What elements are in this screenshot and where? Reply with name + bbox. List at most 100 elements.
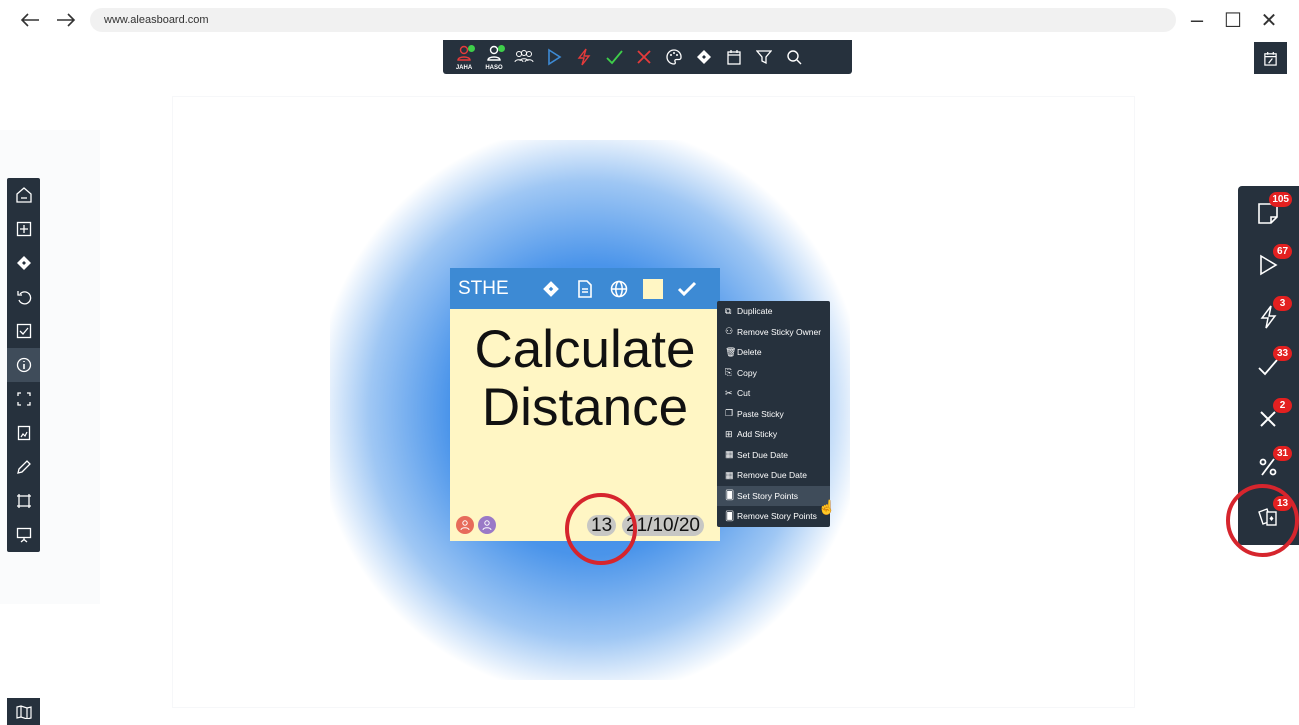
home-button[interactable] [7, 178, 40, 212]
palette-icon [666, 49, 682, 65]
filter-in-progress-button[interactable] [539, 40, 569, 74]
menu-item-cut[interactable]: ✂ Cut [717, 383, 830, 404]
map-icon [15, 704, 32, 719]
annotation-circle-story-points-panel [1226, 484, 1299, 557]
minimap-button[interactable] [7, 698, 40, 725]
online-status-dot [468, 45, 475, 52]
count-badge: 3 [1273, 296, 1292, 311]
check-icon [606, 50, 623, 65]
fullscreen-button[interactable] [7, 382, 40, 416]
online-status-dot [498, 45, 505, 52]
sticky-done-button[interactable] [670, 281, 704, 297]
sticky-owner[interactable]: STHE [458, 278, 534, 300]
sticky-title[interactable]: Calculate Distance [450, 321, 720, 437]
color-button[interactable] [659, 40, 689, 74]
presentation-button[interactable] [7, 518, 40, 552]
frame-icon [16, 494, 31, 508]
sticky-color-button[interactable] [636, 278, 670, 299]
menu-item-remove-story-points[interactable]: 🂠 Remove Story Points [717, 506, 830, 527]
menu-item-copy[interactable]: ⎘ Copy [717, 363, 830, 384]
arrow-right-icon [57, 13, 76, 27]
document-icon [578, 279, 592, 298]
due-date-panel-button[interactable] [1254, 42, 1287, 74]
count-badge: 2 [1273, 398, 1292, 413]
check-icon [677, 281, 697, 296]
team-button[interactable] [509, 40, 539, 74]
arrow-left-icon [20, 13, 39, 27]
calendar-icon [727, 50, 741, 65]
menu-item-set-due-date[interactable]: ▦ Set Due Date [717, 445, 830, 466]
address-bar[interactable]: www.aleasboard.com [90, 8, 1176, 32]
draw-button[interactable] [7, 450, 40, 484]
menu-item-duplicate[interactable]: ⧉ Duplicate [717, 301, 830, 322]
diamond-icon [16, 256, 31, 270]
home-icon [15, 187, 32, 203]
count-badge: 33 [1273, 346, 1292, 361]
menu-item-label: Remove Story Points [737, 511, 817, 522]
menu-item-remove-due-date[interactable]: ▦ Remove Due Date [717, 465, 830, 486]
blocked-count-button[interactable]: 3 [1248, 294, 1292, 340]
x-icon [1260, 411, 1276, 427]
sticky-globe-button[interactable] [602, 280, 636, 298]
count-badge: 31 [1273, 446, 1292, 461]
user-icon [482, 520, 492, 531]
in-progress-count-button[interactable]: 67 [1248, 242, 1292, 288]
calendar-icon: ▦ [725, 449, 734, 460]
filter-button[interactable] [749, 40, 779, 74]
menu-item-label: Cut [737, 388, 751, 399]
menu-item-paste-sticky[interactable]: ❐ Paste Sticky [717, 404, 830, 425]
color-swatch [643, 278, 663, 299]
checklist-button[interactable] [7, 314, 40, 348]
menu-item-label: Set Story Points [737, 490, 798, 501]
sticky-title-line: Calculate [474, 320, 696, 379]
sticky-count-button[interactable]: 105 [1248, 190, 1292, 236]
info-icon [16, 357, 31, 373]
filter-done-button[interactable] [599, 40, 629, 74]
menu-item-set-story-points[interactable]: 🂠 Set Story Points [717, 485, 830, 506]
bolt-icon [577, 48, 591, 66]
menu-item-delete[interactable]: 🗑 Delete [717, 342, 830, 363]
back-button[interactable] [16, 6, 44, 34]
sticky-document-button[interactable] [568, 279, 602, 298]
owner-avatar[interactable] [478, 516, 496, 534]
search-icon [787, 50, 802, 65]
percent-icon [1259, 458, 1277, 476]
rejected-count-button[interactable]: 2 [1248, 396, 1292, 442]
minimize-button[interactable]: – [1182, 6, 1212, 34]
report-icon [17, 425, 30, 441]
filter-blocked-button[interactable] [569, 40, 599, 74]
add-icon: ⊞ [725, 428, 733, 439]
owner-avatar[interactable] [456, 516, 474, 534]
menu-item-remove-owner[interactable]: ⚇ Remove Sticky Owner [717, 322, 830, 343]
diamond-tool-button[interactable] [7, 246, 40, 280]
scissors-icon: ✂ [725, 387, 733, 398]
info-button[interactable] [7, 348, 40, 382]
sticky-diamond-button[interactable] [534, 280, 568, 298]
forward-button[interactable] [52, 6, 80, 34]
search-button[interactable] [779, 40, 809, 74]
trash-icon: 🗑 [725, 346, 737, 357]
diamond-button[interactable] [689, 40, 719, 74]
frame-button[interactable] [7, 484, 40, 518]
close-button[interactable]: ✕ [1254, 6, 1284, 34]
calendar-icon: ▦ [725, 469, 734, 480]
annotation-circle-story-points [565, 493, 637, 565]
menu-item-label: Remove Sticky Owner [737, 326, 822, 337]
undo-button[interactable] [7, 280, 40, 314]
copy-icon: ⎘ [725, 367, 733, 378]
sticky-title-line: Distance [481, 378, 689, 437]
menu-item-label: Paste Sticky [737, 408, 784, 419]
report-button[interactable] [7, 416, 40, 450]
progress-percent-button[interactable]: 31 [1248, 444, 1292, 490]
users-icon [514, 50, 534, 63]
user-haso-button[interactable]: HASO [479, 40, 509, 74]
menu-item-label: Delete [737, 347, 762, 358]
menu-item-label: Copy [737, 367, 757, 378]
calendar-button[interactable] [719, 40, 749, 74]
filter-rejected-button[interactable] [629, 40, 659, 74]
restore-button[interactable]: ☐ [1218, 6, 1248, 34]
menu-item-add-sticky[interactable]: ⊞ Add Sticky [717, 424, 830, 445]
user-jaha-button[interactable]: JAHA [449, 40, 479, 74]
add-button[interactable] [7, 212, 40, 246]
done-count-button[interactable]: 33 [1248, 344, 1292, 390]
